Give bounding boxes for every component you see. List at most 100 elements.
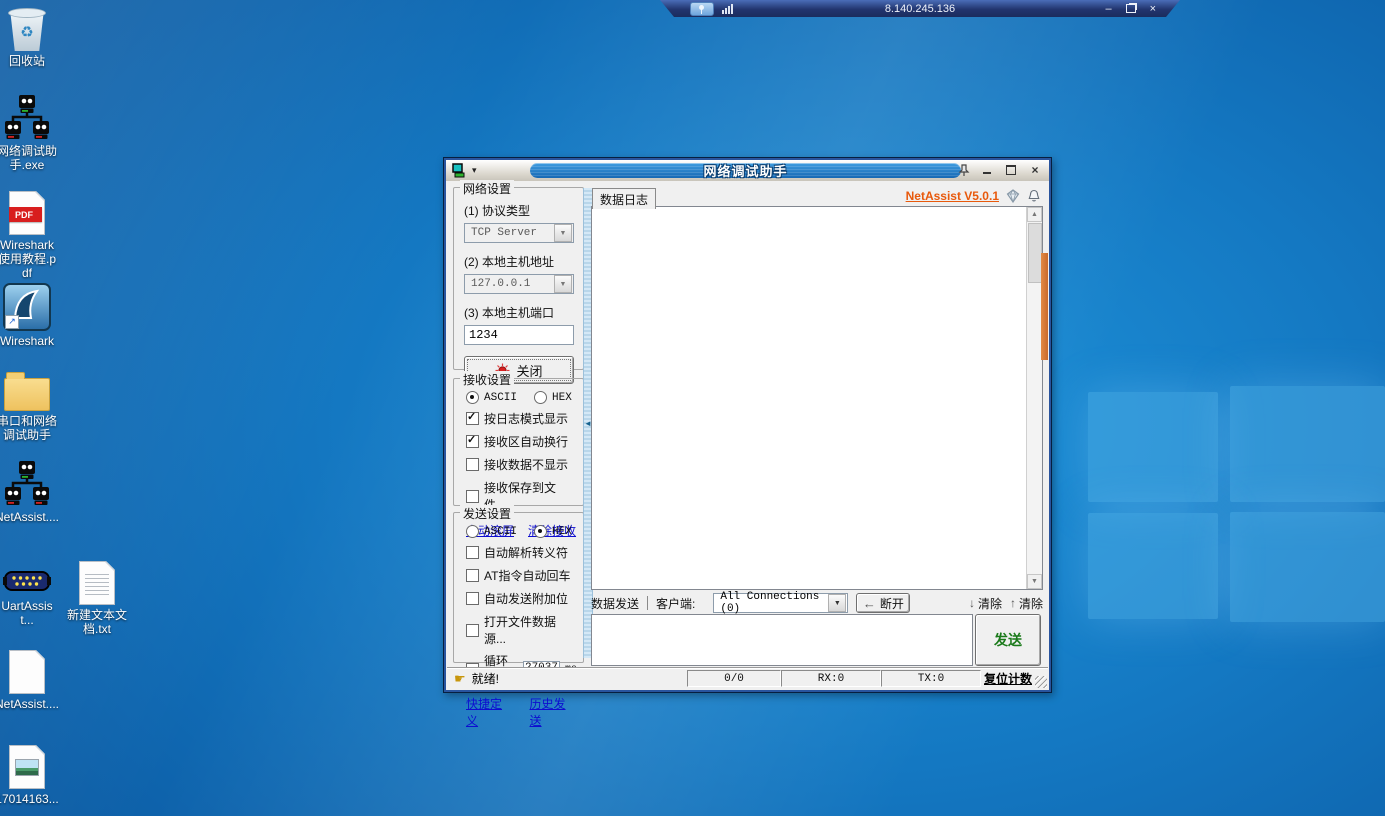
desktop-icon-label: 新建文本文档.txt — [65, 608, 129, 636]
windows-logo-pane — [1230, 512, 1385, 622]
maximize-button[interactable] — [1003, 162, 1019, 177]
scrollbar-thumb[interactable] — [1028, 223, 1042, 283]
desktop-icon-label: Wireshark — [0, 334, 54, 348]
rdp-close-button[interactable]: × — [1150, 3, 1156, 15]
disconnect-button[interactable]: ← 断开 — [856, 593, 910, 613]
file-source-checkbox[interactable] — [466, 624, 479, 637]
netassist-window: ▾ 网络调试助手 × 网络设置 (1) 协议类型 TCP Server ▼ (2… — [443, 157, 1052, 693]
chevron-down-icon[interactable]: ▾ — [472, 165, 477, 176]
network-settings-group: 网络设置 (1) 协议类型 TCP Server ▼ (2) 本地主机地址 12… — [453, 187, 584, 370]
send-toolbar: 数据发送 客户端: All Connections (0) ▼ ← 断开 ↓ 清… — [591, 593, 1043, 613]
host-port-input[interactable]: 1234 — [464, 325, 574, 345]
scroll-up-icon[interactable]: ▲ — [1027, 207, 1042, 222]
hide-recv-checkbox[interactable] — [466, 458, 479, 471]
window-title: 网络调试助手 — [703, 161, 787, 180]
desktop-icon-serial-folder[interactable]: 串口和网络调试助手 — [0, 370, 59, 442]
version-area: NetAssist V5.0.1 — [899, 189, 1041, 203]
shortcut-arrow-icon: ↗ — [5, 315, 19, 329]
shortcut-define-link[interactable]: 快捷定义 — [466, 695, 514, 729]
back-arrow-icon: ← — [863, 596, 876, 611]
file-source-label: 打开文件数据源... — [484, 613, 577, 647]
desktop-icon-label: Wireshark使用教程.pdf — [0, 238, 59, 280]
send-ascii-label: ASCII — [484, 526, 517, 538]
client-combobox[interactable]: All Connections (0) ▼ — [713, 593, 848, 613]
receive-settings-group: 接收设置 ASCII HEX 按日志模式显示 接收区自动换行 接收数据不显示 — [453, 378, 584, 506]
host-address-combobox[interactable]: 127.0.0.1 ▼ — [464, 274, 574, 294]
gem-icon[interactable] — [1006, 189, 1020, 203]
escape-parse-checkbox[interactable] — [466, 546, 479, 559]
data-log-area[interactable]: ▲ ▼ — [591, 206, 1043, 590]
recv-ascii-label: ASCII — [484, 392, 517, 404]
side-panel-handle[interactable] — [1041, 253, 1048, 360]
group-label: 网络设置 — [460, 180, 514, 197]
app-icon — [452, 163, 467, 178]
recv-hex-radio[interactable] — [534, 391, 547, 404]
close-button[interactable]: × — [1027, 162, 1043, 177]
titlebar[interactable]: ▾ 网络调试助手 × — [446, 160, 1049, 181]
data-send-label: 数据发送 — [591, 595, 639, 612]
minimize-button[interactable] — [979, 162, 995, 177]
protocol-type-label: (1) 协议类型 — [464, 202, 574, 219]
reset-count-link[interactable]: 复位计数 — [984, 670, 1032, 687]
send-input[interactable] — [591, 614, 973, 666]
windows-logo-pane — [1088, 513, 1218, 619]
desktop-icon-label: 网络调试助手.exe — [0, 144, 59, 172]
pin-icon[interactable] — [957, 163, 971, 177]
rdp-minimize-button[interactable]: – — [1105, 3, 1111, 15]
at-return-checkbox[interactable] — [466, 569, 479, 582]
send-hex-label: HEX — [552, 526, 572, 538]
desktop-icon-netassist-exe[interactable]: 网络调试助手.exe — [0, 95, 59, 172]
log-mode-checkbox[interactable] — [466, 412, 479, 425]
blank-file-icon — [9, 650, 45, 694]
desktop-icon-wireshark-pdf[interactable]: PDF Wireshark使用教程.pdf — [0, 191, 59, 280]
desktop-icon-recycle-bin[interactable]: ♻ 回收站 — [0, 8, 59, 68]
save-to-file-checkbox[interactable] — [466, 490, 479, 503]
host-address-label: (2) 本地主机地址 — [464, 253, 574, 270]
protocol-type-combobox[interactable]: TCP Server ▼ — [464, 223, 574, 243]
history-send-link[interactable]: 历史发送 — [530, 695, 578, 729]
clear-send-button[interactable]: ↓ 清除 — [969, 595, 1002, 612]
desktop-icon-uartassist[interactable]: UartAssist... — [0, 568, 59, 627]
desktop-icon-netassist-3[interactable]: NetAssist.... — [0, 650, 59, 711]
send-settings-group: 发送设置 ASCII HEX 自动解析转义符 AT指令自动回车 自动发送附加位 — [453, 512, 584, 663]
send-button[interactable]: 发送 — [975, 614, 1041, 666]
rdp-connection-bar[interactable]: 8.140.245.136 – × — [660, 0, 1180, 17]
rdp-restore-button[interactable] — [1126, 4, 1136, 13]
log-scrollbar[interactable]: ▲ ▼ — [1026, 207, 1042, 589]
combo-arrow-icon[interactable]: ▼ — [828, 594, 846, 612]
auto-append-checkbox[interactable] — [466, 592, 479, 605]
tx-counter: TX:0 — [881, 670, 981, 687]
hide-recv-label: 接收数据不显示 — [484, 456, 568, 473]
client-label: 客户端: — [656, 595, 695, 612]
bell-icon[interactable] — [1027, 189, 1041, 203]
clear-receive-button[interactable]: ↑ 清除 — [1010, 595, 1043, 612]
desktop-icon-label: 串口和网络调试助手 — [0, 414, 59, 442]
at-return-label: AT指令自动回车 — [484, 567, 570, 584]
version-link[interactable]: NetAssist V5.0.1 — [906, 189, 999, 203]
rx-counter: RX:0 — [781, 670, 881, 687]
desktop-icon-image-file[interactable]: 17014163... — [0, 745, 59, 806]
arrow-up-icon: ↑ — [1010, 596, 1016, 610]
auto-wrap-checkbox[interactable] — [466, 435, 479, 448]
arrow-down-icon: ↓ — [969, 596, 975, 610]
combo-arrow-icon[interactable]: ▼ — [554, 224, 572, 242]
combo-arrow-icon[interactable]: ▼ — [554, 275, 572, 293]
desktop-icon-label: UartAssist... — [0, 599, 59, 627]
windows-logo-pane — [1088, 392, 1218, 502]
send-hex-radio[interactable] — [534, 525, 547, 538]
auto-append-label: 自动发送附加位 — [484, 590, 568, 607]
tab-data-log[interactable]: 数据日志 — [592, 188, 656, 209]
escape-parse-label: 自动解析转义符 — [484, 544, 568, 561]
scroll-down-icon[interactable]: ▼ — [1027, 574, 1042, 589]
folder-icon — [4, 378, 50, 411]
text-file-icon — [79, 561, 115, 605]
send-ascii-radio[interactable] — [466, 525, 479, 538]
group-label: 发送设置 — [460, 505, 514, 522]
packet-counter: 0/0 — [687, 670, 781, 687]
desktop-icon-wireshark[interactable]: ↗ Wireshark — [0, 283, 59, 348]
desktop-icon-netassist-2[interactable]: NetAssist.... — [0, 461, 59, 524]
resize-grip[interactable] — [1035, 676, 1047, 688]
title-band: 网络调试助手 — [530, 163, 961, 178]
recv-ascii-radio[interactable] — [466, 391, 479, 404]
desktop-icon-new-text-doc[interactable]: 新建文本文档.txt — [65, 561, 129, 636]
